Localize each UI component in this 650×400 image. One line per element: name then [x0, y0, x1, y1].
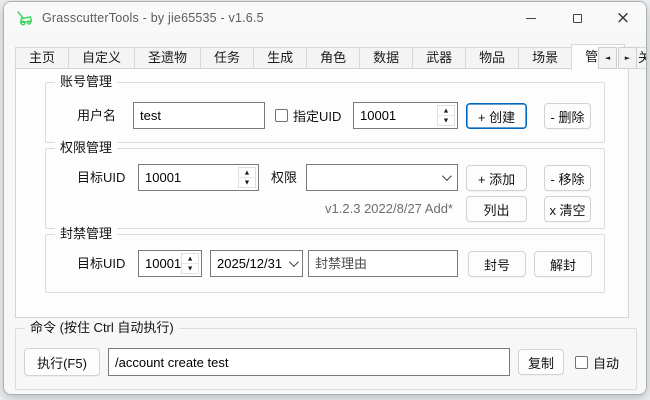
tab-圣遗物[interactable]: 圣遗物: [134, 47, 201, 69]
account-uid-spinner: ▲ ▼: [437, 105, 455, 126]
command-input[interactable]: [108, 348, 510, 376]
specify-uid-option: 指定UID: [275, 102, 341, 129]
tab-自定义[interactable]: 自定义: [68, 47, 135, 69]
account-uid-numeric: 10001 ▲ ▼: [353, 102, 458, 129]
spinner-up-icon[interactable]: ▲: [438, 106, 454, 116]
ban-group-title: 封禁管理: [55, 226, 117, 242]
maximize-button[interactable]: [554, 2, 600, 34]
spinner-up-icon[interactable]: ▲: [239, 168, 255, 178]
tab-生成[interactable]: 生成: [253, 47, 307, 69]
version-note: v1.2.3 2022/8/27 Add*: [196, 196, 453, 222]
tab-scroll-left-button[interactable]: ◄: [598, 47, 617, 69]
account-group-title: 账号管理: [55, 74, 117, 90]
maximize-icon: [573, 14, 582, 23]
permission-group-title: 权限管理: [55, 140, 117, 156]
perm-target-uid-numeric: 10001 ▲ ▼: [138, 164, 259, 191]
perm-target-uid-value[interactable]: 10001: [139, 165, 238, 190]
create-account-button[interactable]: + 创建: [466, 103, 527, 129]
ban-target-uid-value[interactable]: 10001: [139, 251, 181, 276]
arrow-left-icon: ◄: [605, 54, 610, 62]
tab-数据[interactable]: 数据: [359, 47, 413, 69]
ban-date-value: 2025/12/31: [217, 256, 289, 271]
window-title: GrasscutterTools - by jie65535 - v1.6.5: [42, 11, 264, 25]
window-controls: ×: [508, 2, 646, 34]
ban-target-uid-numeric: 10001 ▲ ▼: [138, 250, 202, 277]
auto-run-checkbox[interactable]: [575, 356, 588, 369]
unban-button[interactable]: 解封: [534, 251, 592, 277]
list-permission-button[interactable]: 列出: [466, 196, 527, 222]
app-logo-icon: [16, 10, 34, 26]
minimize-button[interactable]: [508, 2, 554, 34]
command-group-title: 命令 (按住 Ctrl 自动执行): [25, 320, 179, 336]
username-input[interactable]: [133, 102, 265, 129]
perm-uid-spinner: ▲ ▼: [238, 167, 256, 188]
auto-run-label: 自动: [593, 353, 619, 372]
auto-run-option: 自动: [575, 348, 619, 376]
arrow-right-icon: ►: [625, 54, 630, 62]
delete-account-button[interactable]: - 删除: [544, 103, 591, 129]
close-icon: ×: [616, 10, 630, 27]
ban-management-group: 封禁管理 目标UID 10001 ▲ ▼ 2025/12/31 封号 解封: [45, 234, 605, 293]
tab-武器[interactable]: 武器: [412, 47, 466, 69]
ban-uid-spinner: ▲ ▼: [181, 253, 199, 274]
chevron-down-icon: [289, 257, 299, 267]
command-group: 命令 (按住 Ctrl 自动执行) 执行(F5) 复制 自动: [15, 328, 637, 390]
spinner-down-icon[interactable]: ▼: [182, 264, 198, 273]
spinner-down-icon[interactable]: ▼: [438, 116, 454, 125]
tab-scroll-arrows: ◄ ►: [598, 47, 637, 69]
close-button[interactable]: ×: [600, 2, 646, 34]
app-window: GrasscutterTools - by jie65535 - v1.6.5 …: [3, 1, 647, 395]
title-bar: GrasscutterTools - by jie65535 - v1.6.5 …: [4, 2, 646, 34]
add-permission-button[interactable]: + 添加: [466, 165, 527, 191]
chevron-down-icon: [442, 171, 452, 181]
tab-page-admin: 账号管理 用户名 指定UID 10001 ▲ ▼ + 创建 - 删除 权限管理 …: [15, 68, 629, 318]
account-uid-value[interactable]: 10001: [354, 103, 437, 128]
clear-permission-button[interactable]: x 清空: [544, 196, 591, 222]
account-management-group: 账号管理 用户名 指定UID 10001 ▲ ▼ + 创建 - 删除: [45, 82, 605, 143]
tab-任务[interactable]: 任务: [200, 47, 254, 69]
spinner-down-icon[interactable]: ▼: [239, 178, 255, 187]
permission-management-group: 权限管理 目标UID 10001 ▲ ▼ 权限 + 添加 - 移除 v1.2.3…: [45, 148, 605, 229]
specify-uid-label: 指定UID: [293, 106, 341, 125]
specify-uid-checkbox[interactable]: [275, 109, 288, 122]
ban-reason-input[interactable]: [308, 250, 458, 277]
remove-permission-button[interactable]: - 移除: [544, 165, 591, 191]
perm-target-uid-label: 目标UID: [77, 164, 125, 191]
permission-label: 权限: [271, 164, 297, 191]
ban-target-uid-label: 目标UID: [77, 250, 125, 277]
run-command-button[interactable]: 执行(F5): [24, 348, 100, 376]
tab-strip: 主页自定义圣遗物任务生成角色数据武器物品场景管理关于 ◄ ►: [15, 45, 637, 69]
copy-command-button[interactable]: 复制: [518, 349, 564, 375]
tab-角色[interactable]: 角色: [306, 47, 360, 69]
minimize-icon: [526, 18, 536, 19]
ban-button[interactable]: 封号: [468, 251, 526, 277]
tab-主页[interactable]: 主页: [15, 47, 69, 69]
ban-date-select[interactable]: 2025/12/31: [210, 250, 303, 277]
tab-物品[interactable]: 物品: [465, 47, 519, 69]
tab-scroll-right-button[interactable]: ►: [618, 47, 637, 69]
username-label: 用户名: [77, 102, 116, 129]
spinner-up-icon[interactable]: ▲: [182, 254, 198, 264]
permission-select[interactable]: [306, 164, 458, 191]
tab-场景[interactable]: 场景: [518, 47, 572, 69]
